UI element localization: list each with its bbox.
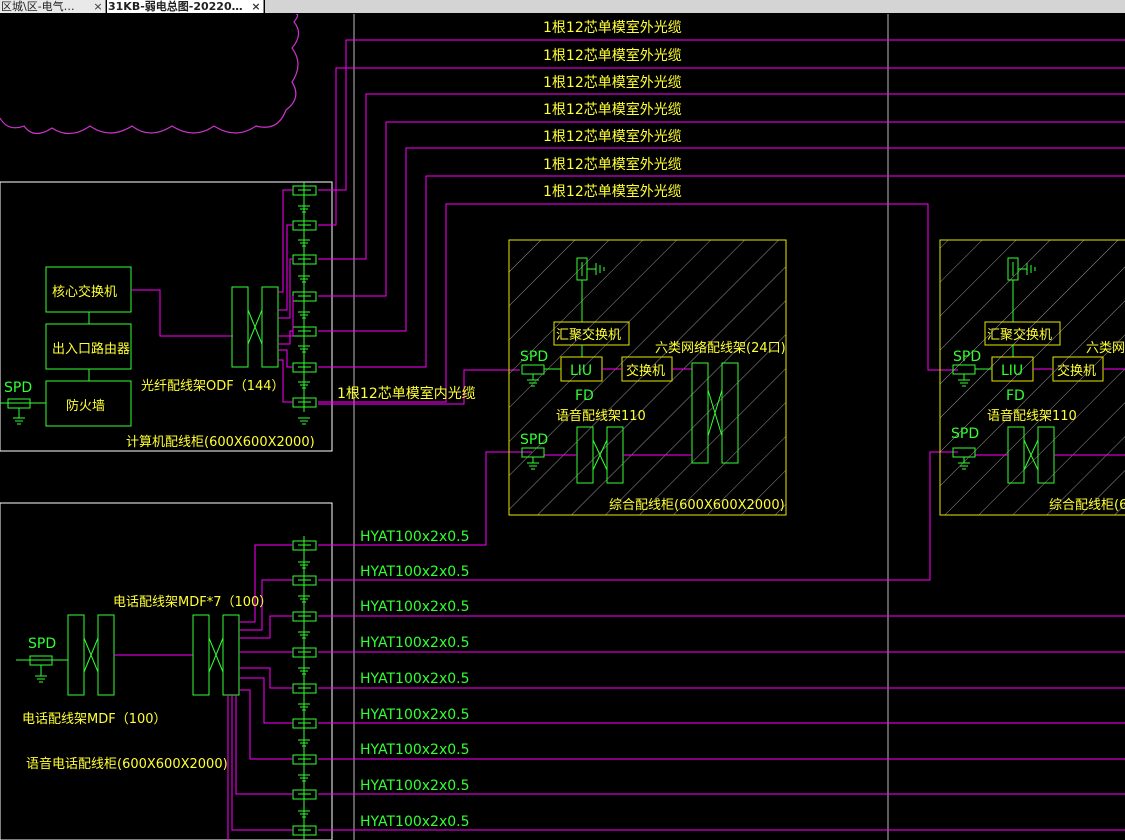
outdoor-cable-label: 1根12芯单模室外光缆	[543, 128, 682, 145]
switch-label: 交换机	[1057, 363, 1096, 379]
phone-cable-label: HYAT100x2x0.5	[360, 778, 470, 794]
core-switch-label: 核心交换机	[52, 284, 117, 300]
spd-symbol[interactable]	[16, 655, 68, 683]
liu-label: LIU	[1001, 363, 1023, 379]
egress-router-label: 出入口路由器	[52, 341, 130, 357]
liu-label: LIU	[570, 363, 592, 379]
outdoor-cable-label: 1根12芯单模室外光缆	[543, 19, 682, 36]
voice-patch-label: 语音配线架110	[556, 408, 646, 424]
tab-label: 31KB-弱电总图-20220…	[108, 0, 243, 13]
phone-cable-label: HYAT100x2x0.5	[360, 599, 470, 615]
outdoor-cable-label: 1根12芯单模室外光缆	[543, 47, 682, 64]
mdf-patch-panel-7[interactable]	[192, 614, 240, 696]
spd-symbol[interactable]	[0, 398, 46, 425]
odf-label: 光纤配线架ODF（144）	[141, 379, 285, 394]
phone-cable-label: HYAT100x2x0.5	[360, 529, 470, 545]
close-icon[interactable]: ×	[249, 0, 263, 13]
computer-cabinet[interactable]	[0, 181, 333, 452]
mdf-terminal-column	[292, 536, 317, 840]
outdoor-cable-labels: 1根12芯单模室外光缆 1根12芯单模室外光缆 1根12芯单模室外光缆 1根12…	[543, 19, 682, 200]
spd-label: SPD	[4, 380, 32, 396]
tab-weak-current-drawing[interactable]: 31KB-弱电总图-20220… ×	[107, 0, 264, 13]
outdoor-cable-label: 1根12芯单模室外光缆	[543, 156, 682, 173]
mdf-patch-panel-main[interactable]	[67, 614, 115, 696]
phone-cabinet-devices: SPD 电话配线架MDF*7（100） 电话配线架MDF（100） 语音电话配线…	[16, 544, 293, 840]
spd-label: SPD	[520, 349, 548, 365]
switch-label: 交换机	[626, 363, 665, 379]
outdoor-cable-label: 1根12芯单模室外光缆	[543, 74, 682, 91]
phone-cable-label: HYAT100x2x0.5	[360, 814, 470, 830]
close-icon[interactable]: ×	[91, 0, 105, 13]
tab-label: 区城\区-电气…	[1, 0, 75, 13]
indoor-cable-label: 1根12芯单模室内光缆	[337, 385, 476, 402]
cat6-patch-label: 六类网络配线架(24口)	[655, 340, 786, 356]
spd-label: SPD	[28, 636, 56, 652]
outdoor-cable-label: 1根12芯单模室外光缆	[543, 101, 682, 118]
tab-bar: 区城\区-电气… × 31KB-弱电总图-20220… ×	[0, 0, 1125, 14]
odf-patch-panel[interactable]	[231, 286, 279, 368]
mdf-top-label: 电话配线架MDF*7（100）	[113, 595, 272, 610]
firewall-label: 防火墙	[66, 398, 105, 414]
revision-cloud	[0, 14, 300, 135]
phone-cable-label: HYAT100x2x0.5	[360, 671, 470, 687]
computer-cabinet-label: 计算机配线柜(600X600X2000)	[126, 435, 315, 450]
phone-cable-label: HYAT100x2x0.5	[360, 635, 470, 651]
phone-cabinet-label: 语音电话配线柜(600X600X2000)	[26, 756, 228, 772]
floor-cabinet-label: 综合配线柜(600	[1049, 498, 1125, 513]
phone-cable-label: HYAT100x2x0.5	[360, 564, 470, 580]
fd-label: FD	[575, 388, 594, 404]
aggregation-switch-label: 汇聚交换机	[987, 327, 1052, 343]
mdf-label: 电话配线架MDF（100）	[22, 712, 167, 727]
tab-electrical-drawing[interactable]: 区城\区-电气… ×	[0, 0, 106, 13]
spd-label: SPD	[520, 432, 548, 448]
phone-cable-label: HYAT100x2x0.5	[360, 742, 470, 758]
odf-terminal-column	[292, 182, 317, 425]
floor-cabinet-label: 综合配线柜(600X600X2000)	[609, 498, 785, 513]
voice-patch-label: 语音配线架110	[987, 408, 1077, 424]
floor-cabinet[interactable]: 汇聚交换机 LIU 交换机 FD 六类网络配线架(24口) 语音配线架110 S…	[508, 239, 787, 516]
fd-label: FD	[1006, 388, 1025, 404]
phone-cable-label: HYAT100x2x0.5	[360, 707, 470, 723]
cad-drawing-canvas[interactable]: 1根12芯单模室外光缆 1根12芯单模室外光缆 1根12芯单模室外光缆 1根12…	[0, 14, 1125, 840]
phone-cabinet[interactable]	[0, 502, 333, 840]
spd-label: SPD	[953, 349, 981, 365]
floor-cabinet-right[interactable]: 汇聚交换机 LIU 交换机 FD 六类网络 语音配线架110 SPD SPD	[939, 239, 1125, 516]
spd-label: SPD	[951, 426, 979, 442]
phone-cable-labels: HYAT100x2x0.5 HYAT100x2x0.5 HYAT100x2x0.…	[360, 529, 470, 830]
aggregation-switch-label: 汇聚交换机	[556, 327, 621, 343]
tab-bar-empty	[265, 0, 1125, 13]
computer-cabinet-devices: 核心交换机 出入口路由器 防火墙 光纤配线架ODF（144） 计算机配线柜(60…	[0, 189, 315, 450]
cat6-patch-label: 六类网络	[1086, 340, 1125, 356]
outdoor-cable-label: 1根12芯单模室外光缆	[543, 183, 682, 200]
